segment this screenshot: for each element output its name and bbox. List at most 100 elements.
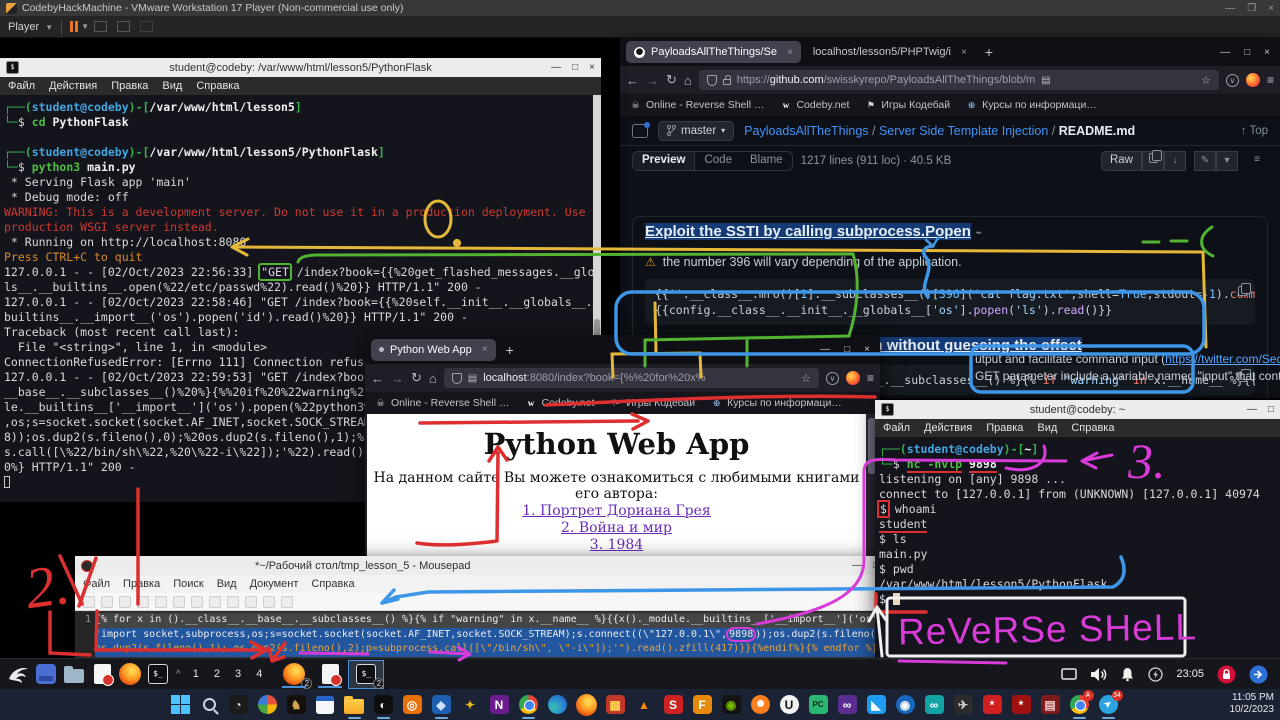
shield-icon[interactable] [452, 373, 462, 384]
send-cad-icon[interactable] [94, 21, 107, 32]
window-close[interactable]: × [1264, 47, 1270, 58]
menu-item[interactable]: Вид [162, 80, 182, 92]
taskbar-vmware-workstation[interactable]: ◆ [431, 694, 452, 715]
workspace-switcher[interactable]: 1 2 3 4 [193, 668, 269, 680]
files-folder[interactable] [61, 661, 87, 687]
taskbar-dark-gold-app[interactable]: ♞ [286, 694, 307, 715]
window-maximize[interactable]: □ [1244, 47, 1250, 58]
firefox-windows[interactable]: 2 [277, 661, 311, 688]
url-bar[interactable]: https://github.com/swisskyrepo/PayloadsA… [699, 70, 1219, 90]
anchor-link-icon[interactable]: ⌁ [975, 227, 982, 239]
reader-icon[interactable]: ▤ [1041, 75, 1050, 86]
back-to-top-link[interactable]: ↑ Top [1241, 125, 1268, 137]
taskbar-red-grid-app[interactable]: ▦ [605, 694, 626, 715]
bookmark-globe[interactable]: ⊕Курсы по информаци… [966, 99, 1097, 111]
book-link-3[interactable]: 3. 1984 [367, 537, 866, 553]
new-icon[interactable] [83, 596, 95, 608]
raw-button[interactable]: Raw [1101, 151, 1142, 171]
notification-bell-icon[interactable] [1120, 667, 1135, 682]
taskbar-vscode[interactable]: ◣ [866, 694, 887, 715]
bookmark-skull[interactable]: ☠Online - Reverse Shell … [375, 397, 509, 409]
bookmark-flag[interactable]: ⚑Игры Кодебай [865, 99, 950, 111]
branch-selector[interactable]: master▾ [658, 121, 734, 141]
forward-icon[interactable]: → [391, 371, 404, 386]
taskbar-pycharm[interactable]: PC [808, 694, 829, 715]
redo-icon[interactable] [191, 596, 203, 608]
undo-icon[interactable] [173, 596, 185, 608]
outline-icon[interactable]: ≡ [1246, 151, 1268, 171]
profile-avatar[interactable] [846, 371, 860, 385]
reload-icon[interactable]: ↻ [411, 370, 422, 386]
save-as-icon[interactable] [137, 596, 149, 608]
window-minimize[interactable]: — [820, 344, 830, 355]
taskbar-dark-app[interactable]: ◐ [373, 694, 394, 715]
pocket-icon[interactable]: ∨ [1226, 74, 1239, 87]
menu-item[interactable]: Файл [883, 422, 910, 434]
find-icon[interactable] [263, 596, 275, 608]
taskbar-firefox[interactable] [576, 694, 597, 715]
bookmark-star-icon[interactable]: ☆ [801, 372, 811, 385]
cut-icon[interactable] [209, 596, 221, 608]
taskbar-search[interactable] [199, 694, 220, 715]
home-icon[interactable]: ⌂ [684, 73, 692, 88]
save-icon[interactable] [119, 596, 131, 608]
vm-close-button[interactable]: × [1268, 3, 1274, 14]
edit-dropdown-icon[interactable]: ▾ [1216, 151, 1238, 171]
copy-raw-icon[interactable] [1142, 151, 1164, 171]
tab-payloadsallthethings[interactable]: PayloadsAllTheThings/Se× [626, 41, 801, 63]
mousepad[interactable] [89, 661, 115, 687]
menu-icon[interactable]: ≡ [1267, 73, 1274, 87]
menu-item[interactable]: Справка [196, 80, 239, 92]
menu-item[interactable]: Справка [1071, 422, 1114, 434]
breadcrumb-2[interactable]: Server Side Template Injection [879, 124, 1048, 138]
menu-item[interactable]: Правка [986, 422, 1023, 434]
window-minimize[interactable]: — [1220, 47, 1230, 58]
breadcrumb-1[interactable]: PayloadsAllTheThings [744, 124, 868, 138]
bookmark-skull[interactable]: ☠Online - Reverse Shell … [630, 99, 764, 111]
taskbar-red-gear-app[interactable]: * [982, 694, 1003, 715]
taskbar-edge[interactable] [547, 694, 568, 715]
menu-item[interactable]: Файл [83, 578, 110, 590]
fullscreen-icon[interactable] [117, 21, 130, 32]
secgus-link[interactable]: https://twitter.com/SecGus [1165, 352, 1280, 366]
taskbar-vlc-cone[interactable]: ▲ [634, 694, 655, 715]
tab-close-icon[interactable]: × [482, 344, 488, 355]
firefox[interactable] [117, 661, 143, 687]
reload-icon[interactable]: ↻ [666, 72, 677, 88]
taskbar-red-stack-app[interactable]: ▤ [1040, 694, 1061, 715]
taskbar-unreal[interactable]: U [779, 694, 800, 715]
logout-icon[interactable] [1249, 665, 1268, 684]
bookmark-star-icon[interactable]: ☆ [1201, 74, 1211, 87]
tab-close-icon[interactable]: × [787, 47, 793, 58]
taskbar-orange-ring-app[interactable]: ◎ [402, 694, 423, 715]
sidebar-toggle-icon[interactable] [632, 124, 648, 138]
shield-icon[interactable] [707, 75, 717, 86]
download-icon[interactable]: ↓ [1164, 151, 1186, 171]
taskbar-telegram[interactable]: ➤34 [1098, 694, 1119, 715]
bookmark-globe[interactable]: ⊕Курсы по информаци… [711, 397, 842, 409]
taskbar-calendar[interactable] [315, 694, 336, 715]
replace-icon[interactable] [281, 596, 293, 608]
power-manager-icon[interactable] [1148, 667, 1163, 682]
bookmark-flag[interactable]: ⚑Игры Кодебай [610, 397, 695, 409]
bookmark-w[interactable]: wCodeby.net [780, 99, 849, 111]
bookmark-w[interactable]: wCodeby.net [525, 397, 594, 409]
taskbar-file-explorer[interactable] [344, 694, 365, 715]
menu-item[interactable]: Документ [250, 578, 299, 590]
mousepad-titlebar[interactable]: *~/Рабочий стол/tmp_lesson_5 - Mousepad … [75, 556, 885, 575]
screen-lock-icon[interactable] [1217, 665, 1236, 684]
taskbar-teal-app[interactable]: ∞ [924, 694, 945, 715]
menu-item[interactable]: Действия [924, 422, 972, 434]
window-maximize[interactable]: □ [572, 62, 578, 73]
new-tab-button[interactable]: + [979, 44, 999, 60]
file-manager[interactable] [33, 661, 59, 687]
snapshot-icon[interactable] [140, 21, 153, 32]
menu-item[interactable]: Действия [49, 80, 97, 92]
tab-localhost-phptwig[interactable]: localhost/lesson5/PHPTwig/i× [805, 41, 975, 63]
taskbar-red-s-app[interactable]: S [663, 694, 684, 715]
back-icon[interactable]: ← [371, 371, 384, 386]
book-link-1[interactable]: 1. Портрет Дориана Грея [367, 503, 866, 519]
tab-close-icon[interactable]: × [961, 47, 967, 58]
menu-item[interactable]: Справка [311, 578, 354, 590]
taskbar-red-gear-app-2[interactable]: * [1011, 694, 1032, 715]
